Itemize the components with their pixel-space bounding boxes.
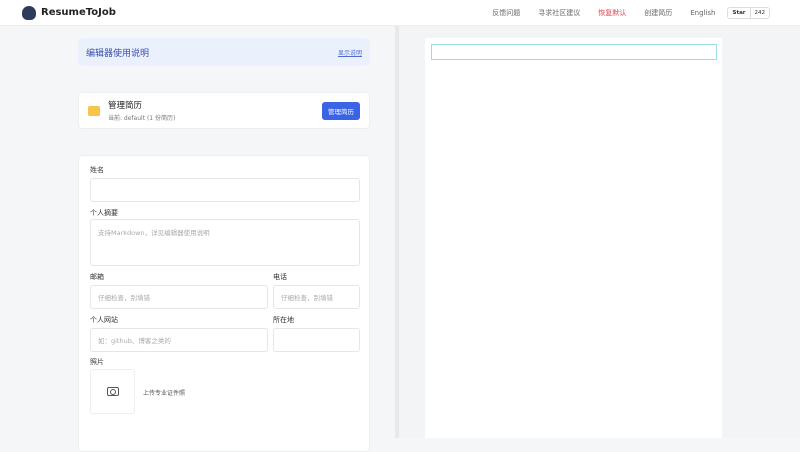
resume-preview-page [425, 38, 722, 438]
guide-title: 编辑器使用说明 [86, 48, 150, 59]
photo-hint: 上传专业证件照 [143, 390, 186, 397]
summary-label: 个人摘要 [90, 209, 118, 217]
editor-panel: 编辑器使用说明 显示说明 管理简历当前: default (1 份简历) 管理简… [0, 26, 395, 452]
star-count: 242 [749, 8, 770, 18]
camera-icon [106, 387, 119, 396]
email-label: 邮箱 [90, 273, 104, 281]
location-label: 所在地 [273, 316, 294, 324]
logo-icon [22, 5, 36, 20]
name-input[interactable] [90, 178, 360, 202]
manage-resume-button[interactable]: 管理简历 [322, 101, 360, 120]
summary-textarea[interactable]: 支持Markdown，详见编辑器使用说明 [90, 219, 360, 266]
nav-create-resume[interactable]: 创建简历 [644, 8, 672, 18]
manage-resume-card: 管理简历当前: default (1 份简历) 管理简历 [78, 92, 370, 129]
folder-icon [88, 105, 100, 116]
top-header: ResumeToJob 反馈问题 寻求社区建议 恢复默认 创建简历 Englis… [0, 0, 800, 26]
show-guide-link[interactable]: 显示说明 [338, 48, 362, 57]
current-resume: 当前: default (1 份简历) [108, 115, 176, 122]
nav-community[interactable]: 寻求社区建议 [538, 8, 580, 18]
phone-input[interactable]: 仔细检查，别填错 [273, 285, 360, 309]
brand-name: ResumeToJob [41, 7, 116, 18]
brand-logo[interactable]: ResumeToJob [22, 5, 116, 20]
star-label: Star [732, 10, 746, 16]
top-nav: 反馈问题 寻求社区建议 恢复默认 创建简历 English Star 242 [492, 0, 770, 26]
phone-label: 电话 [273, 273, 287, 281]
name-label: 姓名 [90, 166, 104, 174]
website-input[interactable]: 如：github、博客之类的 [90, 328, 268, 352]
location-input[interactable] [273, 328, 360, 352]
preview-panel [399, 26, 800, 438]
photo-label: 照片 [90, 358, 104, 366]
preview-selected-block[interactable] [431, 44, 717, 60]
photo-upload[interactable] [90, 369, 135, 414]
nav-reset[interactable]: 恢复默认 [598, 8, 626, 18]
website-label: 个人网站 [90, 316, 118, 324]
basic-info-form: 姓名 个人摘要 支持Markdown，详见编辑器使用说明 邮箱 仔细检查，别填错… [78, 155, 370, 452]
github-star-button[interactable]: Star 242 [727, 7, 770, 19]
editor-guide-banner: 编辑器使用说明 显示说明 [78, 38, 370, 66]
email-input[interactable]: 仔细检查，别填错 [90, 285, 268, 309]
nav-feedback[interactable]: 反馈问题 [492, 8, 520, 18]
manage-title: 管理简历 [108, 101, 143, 111]
nav-language[interactable]: English [690, 9, 715, 17]
